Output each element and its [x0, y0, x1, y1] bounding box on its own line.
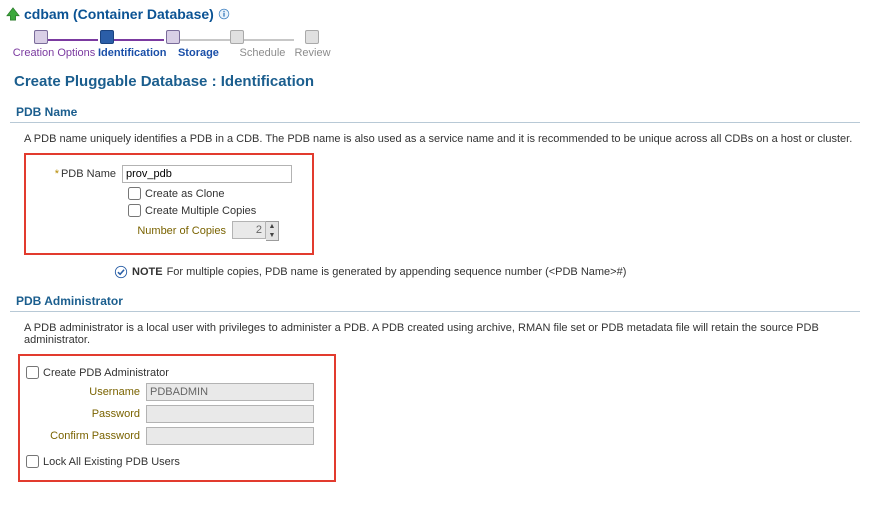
create-admin-label: Create PDB Administrator: [43, 367, 169, 379]
header-title: cdbam (Container Database): [24, 6, 214, 22]
step-box-icon: [230, 30, 244, 44]
password-input: [146, 405, 314, 423]
create-as-clone-label: Create as Clone: [145, 188, 225, 200]
note-text: For multiple copies, PDB name is generat…: [167, 266, 627, 278]
step-connector: [180, 39, 230, 41]
page-title: Create Pluggable Database : Identificati…: [0, 65, 870, 98]
create-as-clone-checkbox[interactable]: [128, 187, 141, 200]
step-box-icon: [100, 30, 114, 44]
step-box-icon: [305, 30, 319, 44]
step-review[interactable]: Review: [294, 30, 330, 59]
spinner-up-button[interactable]: ▲: [266, 222, 278, 231]
num-copies-spinner: ▲ ▼: [232, 221, 279, 241]
confirm-password-label: Confirm Password: [26, 430, 146, 442]
username-input: [146, 383, 314, 401]
create-multiple-row: Create Multiple Copies: [128, 204, 306, 217]
step-label: Identification: [98, 47, 166, 59]
up-arrow-icon: [6, 7, 20, 21]
wizard-train: Creation Options Identification Storage …: [0, 24, 870, 65]
pdb-name-row: *PDB Name: [32, 165, 306, 183]
pdb-name-input[interactable]: [122, 165, 292, 183]
step-creation-options[interactable]: Creation Options: [10, 30, 98, 59]
num-copies-row: Number of Copies ▲ ▼: [102, 221, 306, 241]
step-label: Review: [294, 47, 330, 59]
pdb-admin-description: A PDB administrator is a local user with…: [0, 316, 870, 354]
step-identification[interactable]: Identification: [98, 30, 166, 59]
page-header: cdbam (Container Database): [0, 0, 870, 24]
note-row: NOTE For multiple copies, PDB name is ge…: [0, 261, 870, 287]
password-row: Password: [26, 405, 328, 423]
create-multiple-label: Create Multiple Copies: [145, 205, 256, 217]
step-label: Creation Options: [13, 47, 96, 59]
create-admin-row: Create PDB Administrator: [26, 366, 328, 379]
pdb-name-fields: *PDB Name Create as Clone Create Multipl…: [24, 153, 314, 255]
step-label: Schedule: [240, 47, 286, 59]
password-label: Password: [26, 408, 146, 420]
pdb-admin-fields: Create PDB Administrator Username Passwo…: [18, 354, 336, 482]
step-storage[interactable]: Storage: [166, 30, 230, 59]
confirm-password-input: [146, 427, 314, 445]
num-copies-input: [232, 221, 266, 239]
check-icon: [114, 265, 128, 279]
create-admin-checkbox[interactable]: [26, 366, 39, 379]
username-row: Username: [26, 383, 328, 401]
step-box-icon: [34, 30, 48, 44]
section-header-pdb-name: PDB Name: [10, 102, 860, 123]
lock-users-row: Lock All Existing PDB Users: [26, 455, 328, 468]
section-header-pdb-admin: PDB Administrator: [10, 291, 860, 312]
spinner-buttons: ▲ ▼: [266, 221, 279, 241]
num-copies-label: Number of Copies: [102, 225, 232, 237]
step-connector: [244, 39, 294, 41]
required-asterisk: *: [55, 168, 59, 180]
step-connector: [48, 39, 98, 41]
create-multiple-checkbox[interactable]: [128, 204, 141, 217]
step-label: Storage: [178, 47, 219, 59]
step-schedule[interactable]: Schedule: [230, 30, 294, 59]
info-icon[interactable]: [218, 8, 230, 20]
spinner-down-button[interactable]: ▼: [266, 231, 278, 240]
lock-users-label: Lock All Existing PDB Users: [43, 456, 180, 468]
username-label: Username: [26, 386, 146, 398]
create-as-clone-row: Create as Clone: [128, 187, 306, 200]
confirm-password-row: Confirm Password: [26, 427, 328, 445]
step-box-icon: [166, 30, 180, 44]
note-label: NOTE: [132, 266, 163, 278]
step-connector: [114, 39, 164, 41]
pdb-name-label: *PDB Name: [32, 168, 122, 180]
pdb-name-description: A PDB name uniquely identifies a PDB in …: [0, 127, 870, 153]
lock-users-checkbox[interactable]: [26, 455, 39, 468]
